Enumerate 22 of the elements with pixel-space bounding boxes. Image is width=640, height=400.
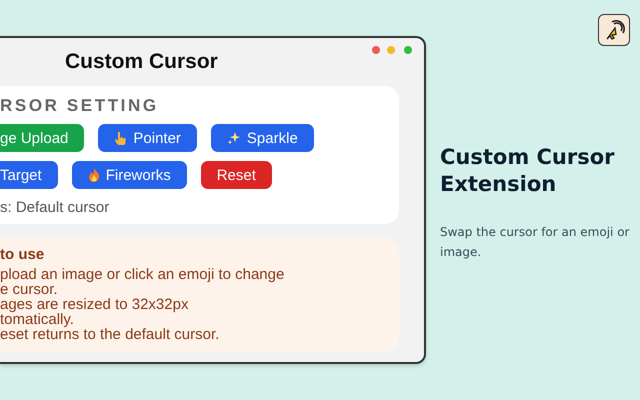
description-text: Swap the cursor for an emoji or image. <box>440 224 630 261</box>
cursor-button[interactable]: Pointer <box>98 124 197 152</box>
sparkle-icon <box>226 131 241 145</box>
help-text: tomatically. <box>0 312 75 327</box>
cursor-button[interactable]: Reset <box>200 161 272 189</box>
help-text: e cursor. <box>0 282 59 297</box>
cursor-click-icon <box>598 14 630 46</box>
help-title: to use <box>0 246 46 263</box>
help-text: pload an image or click an emoji to change <box>0 267 286 282</box>
cursor-button[interactable]: Fireworks <box>72 161 187 189</box>
flame-icon <box>88 168 100 182</box>
page-heading: Custom Cursor Extension <box>440 144 616 198</box>
window-title: Custom Cursor <box>65 50 218 74</box>
cursor-button[interactable]: ge Upload <box>0 124 84 152</box>
pointing-hand-icon <box>114 131 128 145</box>
help-text: ages are resized to 32x32px <box>0 297 190 312</box>
help-text: eset returns to the default cursor. <box>0 327 220 342</box>
section-heading: RSOR SETTING <box>0 96 160 116</box>
status-text: s: Default cursor <box>0 199 110 216</box>
window-controls-icon[interactable] <box>371 45 415 55</box>
cursor-button[interactable]: Target <box>0 161 58 189</box>
cursor-button[interactable]: Sparkle <box>210 124 314 152</box>
